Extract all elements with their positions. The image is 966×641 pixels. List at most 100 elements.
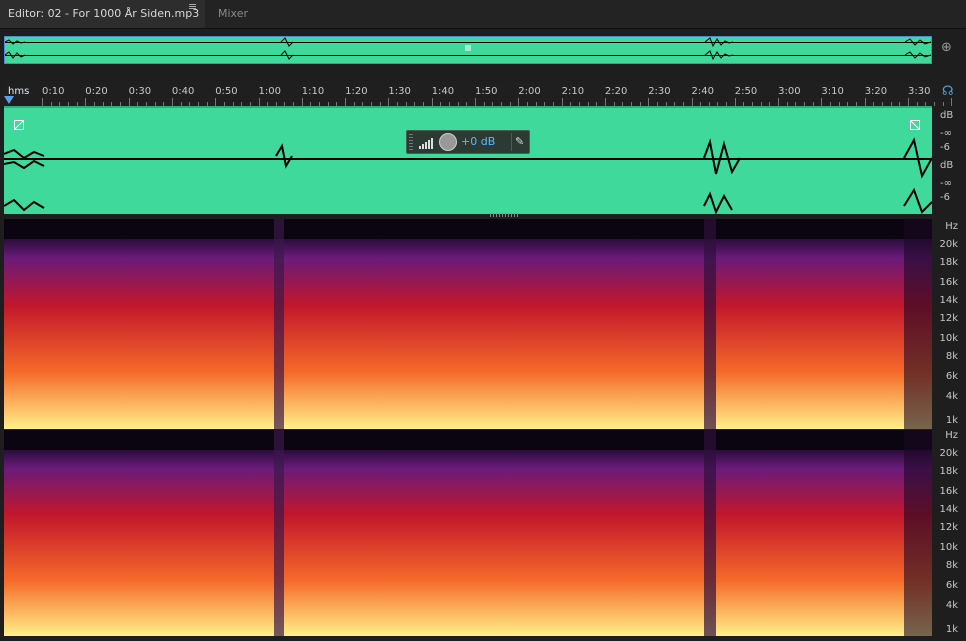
hz-label: 12k xyxy=(939,313,958,324)
hz-label: 8k xyxy=(945,351,958,362)
ruler-tick xyxy=(215,98,217,106)
ruler-label: 2:10 xyxy=(561,86,585,97)
fade-out-handle[interactable] xyxy=(910,120,920,130)
ruler-label: 1:30 xyxy=(388,86,411,97)
hz-label: 10k xyxy=(939,333,958,344)
db-inf-label: -∞ xyxy=(940,128,952,139)
ruler-tick xyxy=(258,98,260,106)
ruler-label: 2:00 xyxy=(518,86,541,97)
hz-scale-top: Hz 20k 18k 16k 14k 12k 10k 8k 6k 4k 1k xyxy=(932,221,966,427)
ruler-tick xyxy=(561,98,563,106)
ruler-label: 0:20 xyxy=(85,86,108,97)
hz-label: 12k xyxy=(939,522,958,533)
ruler-label: 0:40 xyxy=(171,86,195,97)
gain-hud[interactable]: +0 dB ✎ xyxy=(406,130,530,154)
ruler-label: 3:10 xyxy=(821,86,844,97)
ruler-label: 2:20 xyxy=(604,86,628,97)
db-minus6-label-2: -6 xyxy=(940,192,950,203)
db-inf-label-2: -∞ xyxy=(940,178,952,189)
gain-value: +0 dB xyxy=(461,135,496,148)
ruler-tick xyxy=(85,98,87,106)
db-scale-bottom: dB -∞ -6 xyxy=(932,160,966,212)
ruler-label: 0:10 xyxy=(42,86,65,97)
ruler-tick xyxy=(301,98,303,106)
ruler-tick xyxy=(821,98,823,106)
hz-label: 4k xyxy=(945,391,958,402)
tab-editor[interactable]: Editor: 02 - For 1000 År Siden.mp3 xyxy=(0,0,205,28)
panel-resize-grip[interactable] xyxy=(490,213,518,217)
ruler-label: 2:30 xyxy=(648,86,671,97)
ruler-tick xyxy=(604,98,606,106)
ruler-label: 0:30 xyxy=(128,86,152,97)
ruler-tick xyxy=(933,102,935,106)
ruler-tick xyxy=(518,98,520,106)
gain-knob[interactable] xyxy=(439,133,457,151)
hz-unit-label-2: Hz xyxy=(945,430,958,441)
hz-label: 18k xyxy=(939,466,958,477)
waveform-panel[interactable] xyxy=(4,106,932,214)
hz-label: 6k xyxy=(945,580,958,591)
time-ruler[interactable]: hms 0:10 0:20 0:30 0:40 0:50 1:00 1:10 1:20 1:30… xyxy=(4,82,953,106)
ruler-label: 2:40 xyxy=(691,86,714,97)
ruler-tick xyxy=(864,98,866,106)
ruler-tick xyxy=(908,98,909,106)
tab-mixer[interactable]: Mixer xyxy=(218,0,248,28)
ruler-tick xyxy=(431,98,433,106)
headphones-icon[interactable]: ☊ xyxy=(942,84,958,100)
ruler-label: 1:10 xyxy=(301,86,325,97)
hz-label: 20k xyxy=(939,239,958,250)
ruler-tick xyxy=(388,98,390,106)
hud-grip[interactable] xyxy=(409,134,413,150)
ruler-label: 1:50 xyxy=(475,86,498,97)
hz-label: 20k xyxy=(939,448,958,459)
ruler-label: 1:40 xyxy=(431,86,455,97)
hz-label: 6k xyxy=(945,371,958,382)
hz-label: 1k xyxy=(945,624,958,635)
ruler-tick xyxy=(942,102,944,106)
ruler-label: 3:20 xyxy=(864,86,888,97)
db-scale-top: dB -∞ -6 xyxy=(932,110,966,162)
hz-label: 16k xyxy=(939,486,958,497)
ruler-tick xyxy=(691,98,693,106)
level-bars-icon xyxy=(419,138,433,149)
db-minus6-label: -6 xyxy=(940,142,950,153)
hz-label: 18k xyxy=(939,257,958,268)
ruler-label: 3:30 xyxy=(908,86,931,97)
hz-scale-bottom: Hz 20k 18k 16k 14k 12k 10k 8k 6k 4k 1k xyxy=(932,430,966,636)
ruler-tick xyxy=(734,98,736,106)
db-unit-label-2: dB xyxy=(940,160,954,171)
ruler-tick xyxy=(648,98,650,106)
pin-icon[interactable]: ✎ xyxy=(515,135,524,148)
waveform-graphic xyxy=(4,106,932,214)
ruler-tick xyxy=(345,98,347,106)
ruler-label: 2:50 xyxy=(734,86,758,97)
playhead-marker[interactable] xyxy=(4,96,14,104)
hz-label: 14k xyxy=(939,295,958,306)
hz-label: 14k xyxy=(939,504,958,515)
hud-separator xyxy=(511,133,512,151)
spectrogram-left[interactable] xyxy=(4,219,932,429)
hz-label: 8k xyxy=(945,560,958,571)
ruler-label: 1:00 xyxy=(258,86,281,97)
hz-label: 16k xyxy=(939,277,958,288)
fade-in-handle[interactable] xyxy=(14,120,24,130)
ruler-tick xyxy=(475,98,476,106)
ruler-tick xyxy=(42,98,43,106)
hz-unit-label: Hz xyxy=(945,221,958,232)
db-unit-label: dB xyxy=(940,110,954,121)
hz-label: 1k xyxy=(945,415,958,426)
ruler-label: 1:20 xyxy=(345,86,368,97)
ruler-label: 0:50 xyxy=(215,86,238,97)
zoom-icon[interactable]: ⊕ xyxy=(941,40,959,58)
overview-waveform[interactable] xyxy=(4,36,932,64)
hz-label: 4k xyxy=(945,600,958,611)
tab-menu-icon[interactable]: ≡ xyxy=(188,0,197,13)
hz-label: 10k xyxy=(939,542,958,553)
overview-wave-graphic xyxy=(5,37,931,61)
ruler-tick xyxy=(128,98,130,106)
ruler-label: 3:00 xyxy=(778,86,801,97)
ruler-tick xyxy=(171,98,173,106)
ruler-tick xyxy=(778,98,780,106)
tab-bar: Editor: 02 - For 1000 År Siden.mp3 ≡ Mix… xyxy=(0,0,966,29)
spectrogram-right[interactable] xyxy=(4,430,932,636)
